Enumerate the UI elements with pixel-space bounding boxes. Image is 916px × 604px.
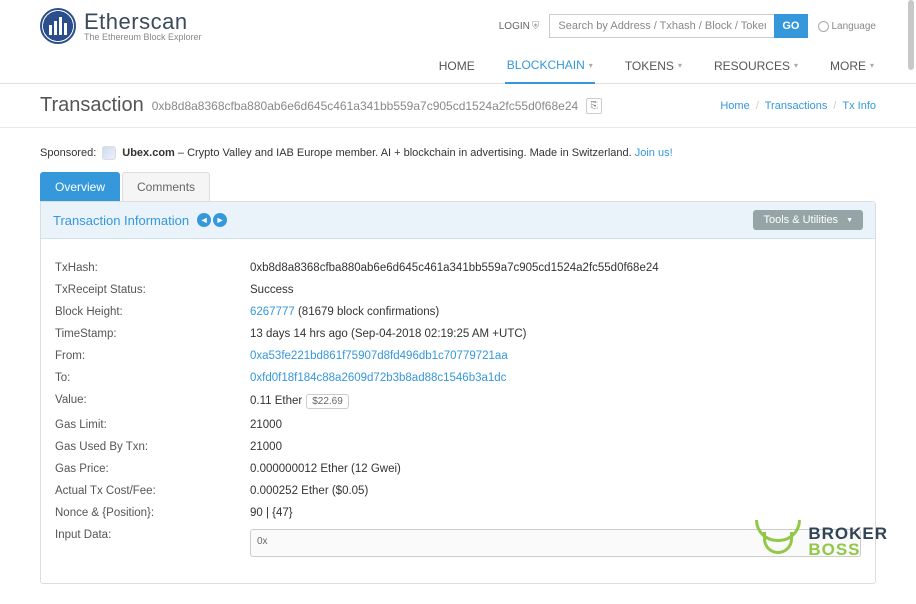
scrollbar-thumb[interactable]: [908, 0, 914, 70]
label-nonce: Nonce & {Position}:: [55, 507, 250, 519]
value-timestamp: 13 days 14 hrs ago (Sep-04-2018 02:19:25…: [250, 328, 861, 340]
label-timestamp: TimeStamp:: [55, 328, 250, 340]
label-from: From:: [55, 350, 250, 362]
search-go-button[interactable]: GO: [774, 14, 807, 38]
next-tx-icon[interactable]: ►: [213, 213, 227, 227]
sponsor-icon: [102, 146, 116, 160]
to-address-link[interactable]: 0xfd0f18f184c88a2609d72b3b8ad88c1546b3a1…: [250, 372, 506, 384]
prev-tx-icon[interactable]: ◄: [197, 213, 211, 227]
user-icon: ⛨: [532, 21, 540, 32]
chevron-down-icon: ▾: [794, 61, 798, 70]
label-gasprice: Gas Price:: [55, 463, 250, 475]
crumb-current: Tx Info: [842, 100, 876, 112]
watermark-line2: BOSS: [808, 542, 888, 558]
chevron-down-icon: ▾: [678, 61, 682, 70]
value-txhash: 0xb8d8a8368cfba880ab6e6d645c461a341bb559…: [250, 262, 861, 274]
tab-comments[interactable]: Comments: [122, 172, 210, 201]
watermark: BROKER BOSS: [754, 518, 888, 566]
value-ether: 0.11 Ether: [250, 395, 302, 407]
crumb-home[interactable]: Home: [720, 100, 749, 112]
value-gasused: 21000: [250, 441, 861, 453]
label-status: TxReceipt Status:: [55, 284, 250, 296]
label-block: Block Height:: [55, 306, 250, 318]
login-link[interactable]: LOGIN⛨: [499, 21, 540, 32]
label-inputdata: Input Data:: [55, 529, 250, 560]
tabs: Overview Comments: [40, 172, 876, 201]
nav-home[interactable]: HOME: [437, 58, 477, 83]
block-confirmations: (81679 block confirmations): [295, 306, 439, 318]
main-nav: HOME BLOCKCHAIN▾ TOKENS▾ RESOURCES▾ MORE…: [0, 44, 916, 84]
tab-overview[interactable]: Overview: [40, 172, 120, 201]
breadcrumb: Home/ Transactions/ Tx Info: [720, 100, 876, 112]
label-to: To:: [55, 372, 250, 384]
logo-icon: [40, 8, 76, 44]
globe-icon: [818, 21, 829, 32]
logo[interactable]: Etherscan The Ethereum Block Explorer: [40, 8, 202, 44]
watermark-icon: [754, 518, 802, 566]
value-gasprice: 0.000000012 Ether (12 Gwei): [250, 463, 861, 475]
label-txcost: Actual Tx Cost/Fee:: [55, 485, 250, 497]
label-gasused: Gas Used By Txn:: [55, 441, 250, 453]
brand-name: Etherscan: [84, 11, 202, 33]
nav-tokens[interactable]: TOKENS▾: [623, 58, 684, 83]
search-input[interactable]: [549, 14, 774, 38]
brand-subtitle: The Ethereum Block Explorer: [84, 33, 202, 42]
copy-icon[interactable]: ⎘: [586, 98, 602, 114]
sponsor-name[interactable]: Ubex.com: [122, 147, 175, 159]
nav-more[interactable]: MORE▾: [828, 58, 876, 83]
sponsor-link[interactable]: Join us!: [635, 147, 673, 159]
nav-blockchain[interactable]: BLOCKCHAIN▾: [505, 58, 595, 84]
caret-down-icon: ▼: [846, 217, 853, 224]
label-txhash: TxHash:: [55, 262, 250, 274]
value-usd: $22.69: [306, 394, 349, 409]
chevron-down-icon: ▾: [870, 61, 874, 70]
language-selector[interactable]: Language: [818, 21, 877, 32]
label-gaslimit: Gas Limit:: [55, 419, 250, 431]
sponsored-bar: Sponsored: Ubex.com – Crypto Valley and …: [0, 128, 916, 172]
value-txcost: 0.000252 Ether ($0.05): [250, 485, 861, 497]
panel-title: Transaction Information ◄ ►: [53, 213, 227, 228]
value-gaslimit: 21000: [250, 419, 861, 431]
block-link[interactable]: 6267777: [250, 306, 295, 318]
label-value: Value:: [55, 394, 250, 409]
transaction-panel: Transaction Information ◄ ► Tools & Util…: [40, 201, 876, 584]
page-title: Transaction 0xb8d8a8368cfba880ab6e6d645c…: [40, 94, 602, 117]
search-form: GO: [549, 14, 807, 38]
from-address-link[interactable]: 0xa53fe221bd861f75907d8fd496db1c70779721…: [250, 350, 508, 362]
value-status: Success: [250, 284, 861, 296]
nav-resources[interactable]: RESOURCES▾: [712, 58, 800, 83]
chevron-down-icon: ▾: [589, 61, 593, 70]
tx-hash-heading: 0xb8d8a8368cfba880ab6e6d645c461a341bb559…: [152, 99, 578, 113]
crumb-transactions[interactable]: Transactions: [765, 100, 828, 112]
tools-dropdown[interactable]: Tools & Utilities▼: [753, 210, 863, 230]
scrollbar[interactable]: [908, 0, 914, 584]
